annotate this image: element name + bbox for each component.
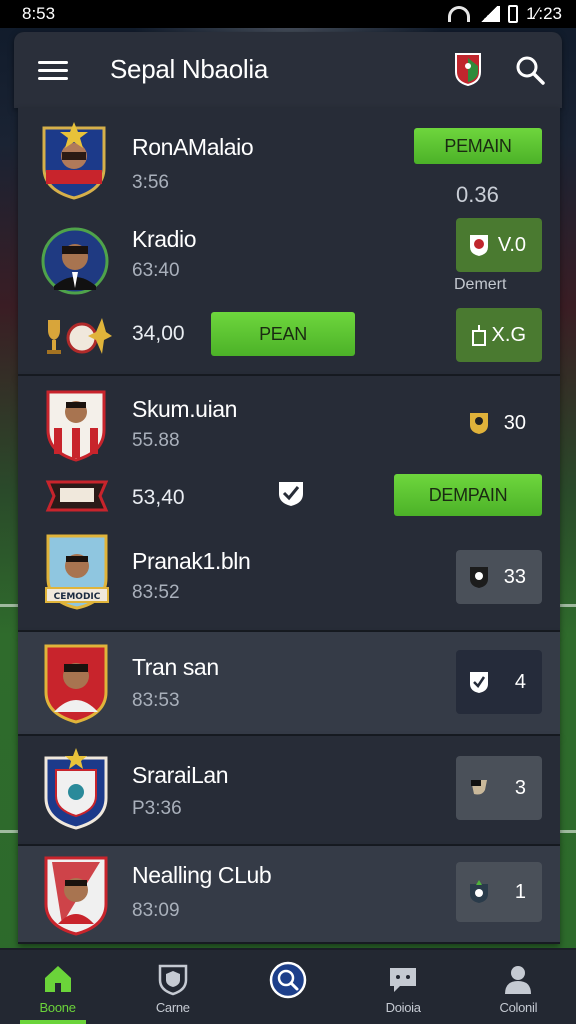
score-box[interactable]: 3 [456,756,542,820]
nav-item-doioia[interactable]: Doioia [348,950,458,1015]
match-time: 55.88 [132,430,180,451]
score-box[interactable]: 33 [456,550,542,604]
trophy-icon [47,318,112,354]
app-header: Sepal Nbaolia [14,32,562,108]
team-name: RonAMalaio [132,134,254,160]
menu-icon[interactable] [38,61,68,80]
score-value: 30 [503,411,526,434]
nav-label: Doioia [385,1000,421,1015]
search-globe-icon [269,961,307,999]
match-card[interactable]: SraraiLan P3:36 3 [18,736,560,846]
score-value: X.G [491,323,526,346]
nav-item-colonil[interactable]: Colonil [463,950,573,1015]
score-box[interactable]: X.G [456,308,542,362]
crest-label: CEMODIC [54,592,101,602]
status-right-time: 1⁄:23 [526,4,562,23]
player-name: Kradio [132,226,197,252]
nav-item-home[interactable]: Boone [3,950,113,1015]
match-card[interactable]: RonAMalaio 3:56 PEMAIN 0.36 Kradio 63:40… [18,108,560,376]
dempain-button[interactable]: DEMPAIN [394,474,542,516]
bottom-nav: Boone Carne Doioia Colonil [0,948,576,1024]
signal-icon [478,6,501,22]
team-crest-icon: CEMODIC [45,534,109,610]
score-value: V.0 [497,233,526,256]
team-crest-icon [42,122,106,200]
checkmark-shield-icon [470,672,488,693]
status-time: 8:53 [22,4,56,23]
team-name: Tran san [132,654,219,680]
home-icon [44,966,71,992]
flag-shield-icon[interactable] [454,52,482,86]
team-crest-icon [44,856,108,936]
nav-label: Boone [39,1000,76,1015]
user-icon [505,966,532,994]
checkmark-shield-icon [279,482,303,506]
tower-icon [472,325,486,346]
club-badge-icon [470,413,488,434]
search-icon[interactable] [514,54,546,86]
active-tab-indicator [20,1020,86,1024]
page-title: Sepal Nbaolia [110,54,268,84]
match-time: 83:53 [132,690,180,711]
match-time: P3:36 [132,798,182,819]
shield-icon [158,964,188,996]
score-value: 3 [514,776,526,799]
battery-icon [508,5,519,23]
player-avatar [41,227,109,295]
nav-label: Carne [155,1000,190,1015]
nav-item-carne[interactable]: Carne [118,950,228,1015]
club-badge-icon [470,235,488,256]
match-time: 34,00 [132,322,185,345]
match-card[interactable]: Tran san 83:53 4 [18,632,560,736]
match-time: 53,40 [132,486,185,509]
match-note: Demert [454,276,507,293]
match-card[interactable]: Nealling CLub 83:09 1 [18,846,560,944]
match-time: 83:52 [132,582,180,603]
chat-icon [390,968,417,992]
match-list: RonAMalaio 3:56 PEMAIN 0.36 Kradio 63:40… [18,108,560,944]
score-value: 33 [503,565,526,588]
pean-button[interactable]: PEAN [211,312,355,356]
odds-value: 0.36 [456,182,499,207]
match-time: 3:56 [132,172,169,193]
club-banner-icon [45,480,109,512]
pemain-button[interactable]: PEMAIN [414,128,542,164]
score-box[interactable]: 30 [456,396,542,450]
status-bar: 8:53 1⁄:23 [0,0,576,28]
nav-label: Colonil [499,1000,538,1015]
team-crest-icon [44,644,108,724]
wifi-icon [448,6,471,22]
score-box[interactable]: 1 [456,862,542,922]
player-time: 63:40 [132,260,180,281]
match-time: 83:09 [132,900,180,921]
shield-icon [470,567,488,588]
team-crest-icon [46,390,106,462]
shield-icon [470,880,488,903]
nav-item-search[interactable] [233,950,343,1004]
team-crest-icon [44,748,108,830]
score-value: 1 [514,880,526,903]
team-name: Nealling CLub [132,862,272,888]
team-name: SraraiLan [132,762,229,788]
flag-icon [471,780,487,795]
score-box[interactable]: 4 [456,650,542,714]
team-name: Pranak1.bln [132,548,251,574]
score-box[interactable]: V.0 [456,218,542,272]
status-icons: 1⁄:23 [448,4,562,24]
team-name: Skum.uian [132,396,238,422]
score-value: 4 [514,670,526,693]
match-card[interactable]: Skum.uian 55.88 30 53,40 DEMPAIN CEMODIC… [18,376,560,632]
